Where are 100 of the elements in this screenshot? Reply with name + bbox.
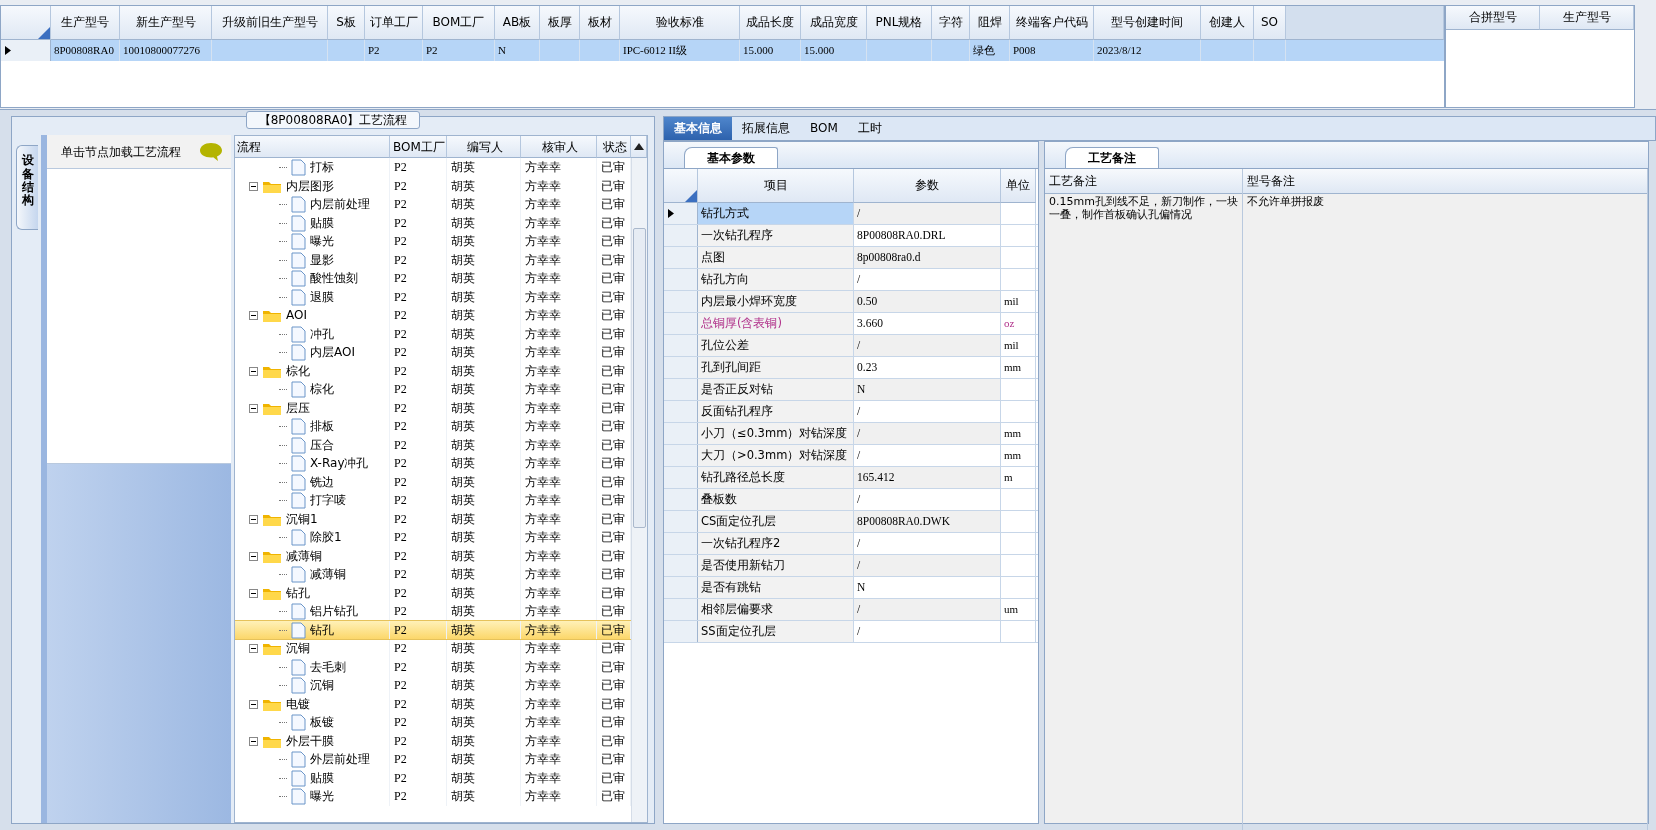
collapse-toggle[interactable] [249, 181, 258, 191]
notes-tab[interactable]: 工艺备注 [1065, 146, 1159, 168]
column-header[interactable]: 成品宽度 [801, 6, 867, 40]
table-row[interactable]: 8P00808RA0 10010800077276 P2 P2 N IPC-6012 II级 15.000 15.000 绿色 P008 2023/8/12 [1, 40, 1444, 61]
row-header[interactable] [1, 40, 51, 61]
column-header[interactable]: PNL规格 [867, 6, 932, 40]
tree-row[interactable]: 曝光 P2 胡英 方幸幸 已审 [235, 787, 632, 806]
column-header[interactable]: 单位 [1001, 169, 1036, 203]
column-header[interactable]: 生产型号 [51, 6, 120, 40]
column-header[interactable]: 型号创建时间 [1094, 6, 1201, 40]
column-header[interactable]: 创建人 [1201, 6, 1254, 40]
document-icon [291, 436, 306, 454]
detail-tab[interactable]: 拓展信息 [732, 117, 800, 140]
column-header[interactable]: 生产型号 [1540, 6, 1634, 30]
column-header[interactable]: 状态 [597, 136, 631, 159]
tree-row[interactable]: 酸性蚀刻 P2 胡英 方幸幸 已审 [235, 269, 632, 288]
tree-node-label: 内层前处理 [310, 197, 370, 212]
tree-row[interactable]: 贴膜 P2 胡英 方幸幸 已审 [235, 768, 632, 788]
collapse-toggle[interactable] [249, 588, 258, 598]
column-header[interactable]: 新生产型号 [120, 6, 212, 40]
tree-row[interactable]: 沉铜 P2 胡英 方幸幸 已审 [235, 639, 632, 658]
tree-row[interactable]: 曝光 P2 胡英 方幸幸 已审 [235, 232, 632, 251]
column-header[interactable]: 订单工厂 [365, 6, 423, 40]
collapse-toggle[interactable] [249, 736, 258, 746]
params-tab[interactable]: 基本参数 [684, 146, 778, 168]
collapse-toggle[interactable] [249, 366, 258, 376]
collapse-toggle[interactable] [249, 403, 258, 413]
column-header[interactable]: BOM工厂 [390, 136, 447, 159]
column-header[interactable]: 编写人 [447, 136, 521, 159]
tree-row[interactable]: 板镀 P2 胡英 方幸幸 已审 [235, 713, 632, 732]
tree-row[interactable]: AOI P2 胡英 方幸幸 已审 [235, 306, 632, 325]
table-cell: P2 [390, 546, 447, 566]
document-icon [291, 677, 306, 695]
column-header[interactable]: 核审人 [521, 136, 597, 159]
column-header[interactable]: 验收标准 [620, 6, 740, 40]
collapse-toggle[interactable] [249, 644, 258, 654]
column-header[interactable]: 板材 [580, 6, 620, 40]
side-tab[interactable]: 设备结构 [16, 145, 38, 231]
tree-row[interactable]: 压合 P2 胡英 方幸幸 已审 [235, 435, 632, 455]
column-header[interactable]: 工艺备注 [1045, 169, 1242, 194]
column-header[interactable]: 阻焊 [970, 6, 1010, 40]
tree-row[interactable]: 显影 P2 胡英 方幸幸 已审 [235, 250, 632, 270]
scroll-up-button[interactable] [631, 136, 647, 159]
table-cell: 8p00808ra0.d [854, 247, 1001, 268]
scroll-up-icon[interactable] [633, 143, 644, 151]
tree-row[interactable]: 电镀 P2 胡英 方幸幸 已审 [235, 694, 632, 714]
tree-row[interactable]: 层压 P2 胡英 方幸幸 已审 [235, 398, 632, 418]
tree-row[interactable]: 打字唛 P2 胡英 方幸幸 已审 [235, 491, 632, 510]
table-cell: 胡英 [447, 768, 521, 788]
column-header[interactable]: 参数 [854, 169, 1001, 203]
tree-row[interactable]: 去毛刺 P2 胡英 方幸幸 已审 [235, 657, 632, 677]
column-header[interactable]: AB板 [495, 6, 540, 40]
column-header[interactable]: 型号备注 [1243, 169, 1647, 194]
detail-tab[interactable]: 工时 [847, 117, 892, 140]
column-header[interactable]: 成品长度 [740, 6, 801, 40]
scrollbar-thumb[interactable] [633, 228, 647, 529]
tree-row[interactable]: 沉铜 P2 胡英 方幸幸 已审 [235, 676, 632, 695]
tree-row[interactable]: X-Ray冲孔 P2 胡英 方幸幸 已审 [235, 454, 632, 473]
column-header[interactable]: BOM工厂 [423, 6, 495, 40]
table-cell: 15.000 [740, 40, 801, 61]
column-header[interactable]: 合拼型号 [1446, 6, 1540, 30]
table-cell: mil [1001, 291, 1036, 312]
tree-row[interactable]: 沉铜1 P2 胡英 方幸幸 已审 [235, 509, 632, 529]
column-header[interactable]: SO [1254, 6, 1286, 40]
tree-row[interactable]: 钻孔 P2 胡英 方幸幸 已审 [235, 620, 632, 640]
collapse-toggle[interactable] [249, 514, 258, 524]
tree-row[interactable]: 冲孔 P2 胡英 方幸幸 已审 [235, 324, 632, 344]
tree-row[interactable]: 退膜 P2 胡英 方幸幸 已审 [235, 287, 632, 307]
detail-tab[interactable]: 基本信息 [664, 117, 732, 140]
collapse-toggle[interactable] [249, 551, 258, 561]
column-header[interactable]: 流程 [235, 136, 390, 159]
tree-row[interactable]: 外层干膜 P2 胡英 方幸幸 已审 [235, 731, 632, 751]
collapse-toggle[interactable] [249, 311, 258, 321]
tree-row[interactable]: 棕化 P2 胡英 方幸幸 已审 [235, 361, 632, 381]
column-header[interactable]: S板 [328, 6, 365, 40]
tree-row[interactable]: 钻孔 P2 胡英 方幸幸 已审 [235, 583, 632, 603]
column-header[interactable]: 字符 [932, 6, 970, 40]
tree-row[interactable]: 棕化 P2 胡英 方幸幸 已审 [235, 380, 632, 399]
tree-row[interactable]: 铣边 P2 胡英 方幸幸 已审 [235, 472, 632, 492]
tree-row[interactable]: 内层图形 P2 胡英 方幸幸 已审 [235, 176, 632, 196]
column-header[interactable]: 终端客户代码 [1010, 6, 1094, 40]
tree-row[interactable]: 外层前处理 P2 胡英 方幸幸 已审 [235, 750, 632, 769]
row-header[interactable] [664, 203, 698, 224]
tree-row[interactable]: 减薄铜 P2 胡英 方幸幸 已审 [235, 546, 632, 566]
tree-row[interactable]: 贴膜 P2 胡英 方幸幸 已审 [235, 213, 632, 233]
column-header[interactable]: 升级前旧生产型号 [212, 6, 328, 40]
detail-tab[interactable]: BOM [800, 117, 848, 140]
tree-row[interactable]: 减薄铜 P2 胡英 方幸幸 已审 [235, 565, 632, 584]
tree-row[interactable]: 除胶1 P2 胡英 方幸幸 已审 [235, 528, 632, 547]
column-header[interactable]: 板厚 [540, 6, 580, 40]
scrollbar[interactable] [631, 158, 647, 822]
tree-row[interactable]: 内层AOI P2 胡英 方幸幸 已审 [235, 343, 632, 362]
tree-row[interactable]: 打标 P2 胡英 方幸幸 已审 [235, 158, 632, 177]
tree-node-label: 贴膜 [310, 770, 334, 786]
tree-row[interactable]: 排板 P2 胡英 方幸幸 已审 [235, 417, 632, 436]
speech-bubble-icon [199, 141, 223, 162]
column-header[interactable]: 项目 [698, 169, 854, 203]
collapse-toggle[interactable] [249, 699, 258, 709]
tree-row[interactable]: 内层前处理 P2 胡英 方幸幸 已审 [235, 195, 632, 214]
table-cell: 方幸幸 [521, 398, 597, 418]
